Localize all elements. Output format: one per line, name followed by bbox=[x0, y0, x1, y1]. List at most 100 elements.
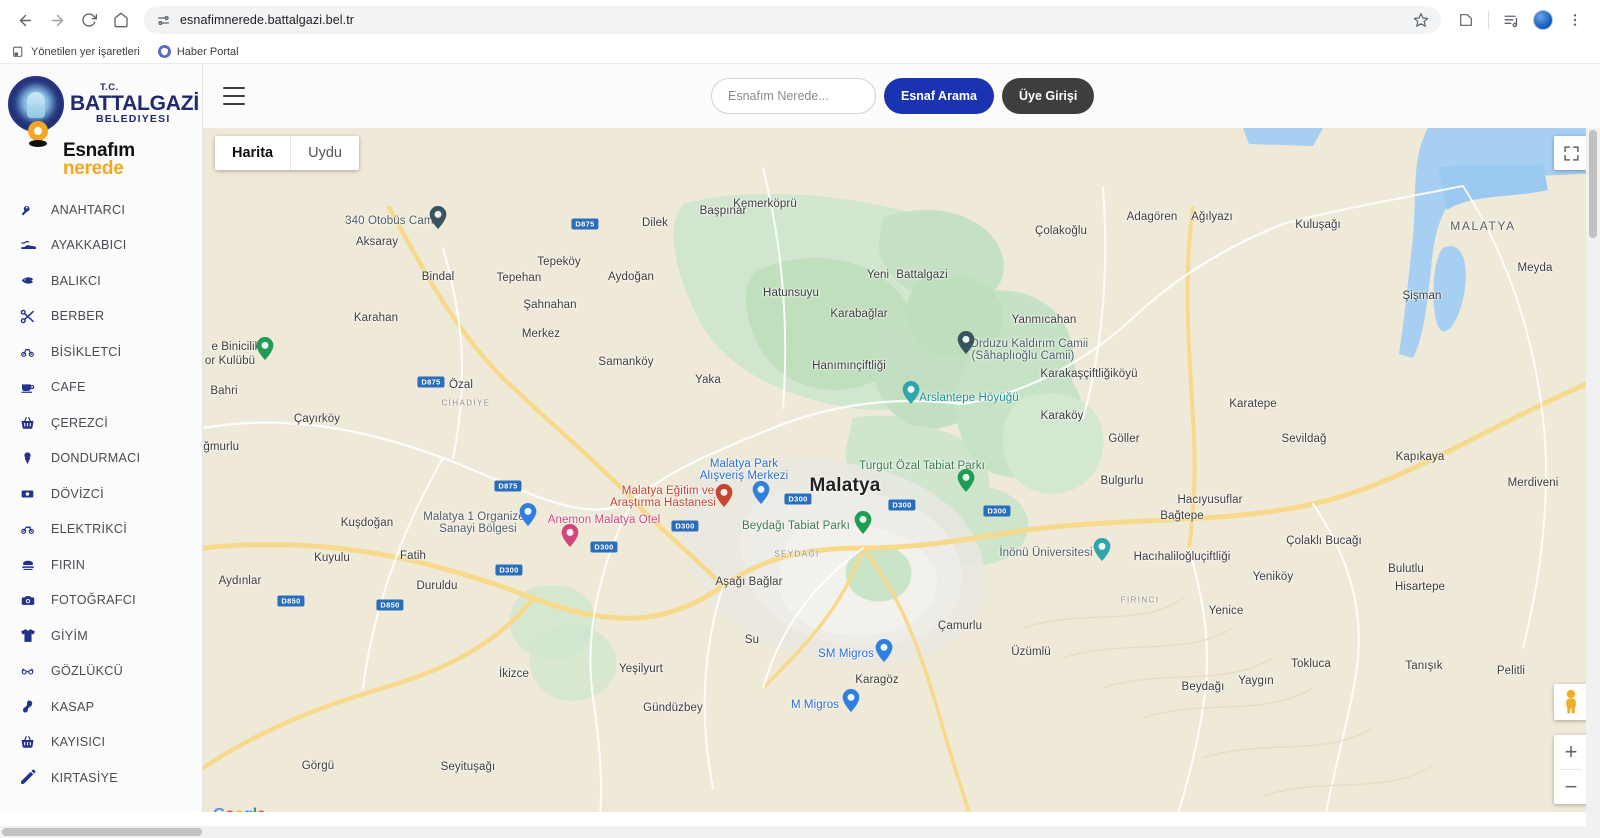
motorbike-icon bbox=[18, 522, 37, 536]
road-shield: D875 bbox=[571, 219, 598, 230]
mosque-pin[interactable] bbox=[430, 206, 447, 229]
sidebar-item-firin[interactable]: FIRIN bbox=[0, 547, 202, 583]
horizontal-scrollbar[interactable] bbox=[0, 826, 1600, 838]
road-shield: D875 bbox=[417, 377, 444, 388]
sidebar-item-kayisici[interactable]: KAYISICI bbox=[0, 725, 202, 761]
site-settings-icon[interactable] bbox=[156, 13, 171, 28]
chrome-menu-icon[interactable] bbox=[1560, 5, 1590, 35]
zoom-in-button[interactable]: + bbox=[1554, 735, 1588, 769]
map-label: Araştırma Hastanesi bbox=[610, 497, 716, 509]
split-view-icon[interactable] bbox=[1451, 5, 1481, 35]
bookmark-haber-portal[interactable]: Haber Portal bbox=[158, 45, 239, 58]
map-label: Hisartepe bbox=[1395, 581, 1445, 593]
sidebar-item--erezci-[interactable]: ÇEREZCİ bbox=[0, 405, 202, 441]
extensions-icon[interactable] bbox=[1496, 5, 1526, 35]
sidebar-item-berber[interactable]: BERBER bbox=[0, 299, 202, 335]
map-label: CİHADİYE bbox=[442, 399, 491, 408]
profile-avatar[interactable] bbox=[1528, 5, 1558, 35]
map-label: Karatepe bbox=[1229, 398, 1276, 410]
map-type-harita[interactable]: Harita bbox=[215, 136, 290, 170]
industry-pin[interactable] bbox=[520, 503, 537, 526]
tshirt-icon bbox=[18, 627, 37, 644]
sidebar-item-elektri-kci-[interactable]: ELEKTRİKCİ bbox=[0, 512, 202, 548]
map-label: Üzümlü bbox=[1011, 646, 1051, 658]
zoom-out-button[interactable]: − bbox=[1554, 770, 1588, 804]
map-label: Şişman bbox=[1403, 290, 1442, 302]
vertical-scrollbar-thumb[interactable] bbox=[1589, 130, 1597, 238]
search-cluster: Esnaf Arama Üye Girişi bbox=[711, 78, 1094, 114]
map-label: Hacıhaliloğluçiftliği bbox=[1134, 551, 1231, 563]
map-label: Başpınar bbox=[700, 205, 747, 217]
logo-line-2: nerede bbox=[63, 160, 135, 178]
vertical-scrollbar[interactable]: ▲ bbox=[1586, 128, 1600, 838]
reload-icon[interactable] bbox=[74, 5, 104, 35]
mosque-pin[interactable] bbox=[958, 331, 975, 354]
sidebar-item-kirtasi-ye[interactable]: KIRTASİYE bbox=[0, 760, 202, 796]
park-pin[interactable] bbox=[855, 511, 872, 534]
map-label: Battalgazi bbox=[896, 269, 948, 281]
map-label: Aşağı Bağlar bbox=[715, 576, 782, 588]
browser-nav-bar: esnafimnerede.battalgazi.bel.tr bbox=[0, 0, 1600, 40]
sidebar-item-d-vi-zci-[interactable]: DÖVİZCİ bbox=[0, 476, 202, 512]
map-label: Malatya bbox=[809, 475, 880, 497]
map-type-uydu[interactable]: Uydu bbox=[291, 136, 359, 170]
bookmark-star-icon[interactable] bbox=[1413, 12, 1429, 28]
brand-subtitle: BELEDIYESI bbox=[96, 114, 199, 125]
sidebar-item-foto-rafci[interactable]: FOTOĞRAFCI bbox=[0, 583, 202, 619]
sidebar-item-label: GÖZLÜKCÜ bbox=[51, 664, 123, 678]
pencil-icon bbox=[18, 769, 37, 786]
map-label: Kapıkaya bbox=[1396, 451, 1445, 463]
university-pin[interactable] bbox=[1094, 538, 1111, 561]
map-label: Beydağı Tabiat Parkı bbox=[742, 520, 850, 532]
park-pin[interactable] bbox=[958, 469, 975, 492]
fullscreen-icon[interactable] bbox=[1554, 136, 1588, 170]
map-label: Pelitli bbox=[1497, 665, 1525, 677]
sidebar-item-kasap[interactable]: KASAP bbox=[0, 689, 202, 725]
sidebar-item-label: FOTOĞRAFCI bbox=[51, 593, 136, 607]
esnafim-nerede-logo[interactable]: Esnafım nerede bbox=[0, 136, 202, 188]
sidebar-item-anahtarci[interactable]: ANAHTARCI bbox=[0, 192, 202, 228]
map-label: Bahri bbox=[210, 385, 237, 397]
map-label: Kuluşağı bbox=[1295, 219, 1341, 231]
search-input[interactable] bbox=[711, 78, 876, 114]
sidebar-item-bi-si-kletci-[interactable]: BİSİKLETCİ bbox=[0, 334, 202, 370]
bookmark-label: Yönetilen yer işaretleri bbox=[31, 46, 140, 58]
address-bar-url: esnafimnerede.battalgazi.bel.tr bbox=[180, 13, 354, 27]
store-pin[interactable] bbox=[876, 639, 893, 662]
zoom-controls[interactable]: + − bbox=[1554, 735, 1588, 804]
address-bar[interactable]: esnafimnerede.battalgazi.bel.tr bbox=[144, 6, 1441, 34]
map-label: M Migros bbox=[791, 699, 839, 711]
ice-cream-icon bbox=[18, 449, 37, 467]
museum-pin[interactable] bbox=[903, 381, 920, 404]
bicycle-icon bbox=[18, 345, 37, 359]
map-type-control[interactable]: Harita Uydu bbox=[215, 136, 359, 170]
uye-girisi-button[interactable]: Üye Girişi bbox=[1002, 78, 1094, 114]
home-icon[interactable] bbox=[106, 5, 136, 35]
map-label: e Binicilik bbox=[211, 341, 260, 353]
mall-pin[interactable] bbox=[753, 481, 770, 504]
location-pin-icon bbox=[28, 121, 48, 147]
hamburger-icon[interactable] bbox=[223, 87, 245, 105]
forward-arrow-icon[interactable] bbox=[42, 5, 72, 35]
back-arrow-icon[interactable] bbox=[10, 5, 40, 35]
sidebar-item-cafe[interactable]: CAFE bbox=[0, 370, 202, 406]
basket-icon bbox=[18, 734, 37, 750]
store-pin[interactable] bbox=[843, 689, 860, 712]
scissors-icon bbox=[18, 308, 37, 325]
sidebar-item-label: CAFE bbox=[51, 380, 86, 394]
esnaf-arama-button[interactable]: Esnaf Arama bbox=[884, 78, 994, 114]
map-label: İkizce bbox=[499, 668, 529, 680]
map-label: Karagöz bbox=[855, 674, 899, 686]
horizontal-scrollbar-thumb[interactable] bbox=[2, 828, 202, 836]
sidebar-item-dondurmaci[interactable]: DONDURMACI bbox=[0, 441, 202, 477]
sidebar-item-gi-yi-m[interactable]: GİYİM bbox=[0, 618, 202, 654]
park-pin[interactable] bbox=[257, 337, 274, 360]
bookmark-managed[interactable]: Yönetilen yer işaretleri bbox=[12, 45, 140, 58]
pegman-icon[interactable] bbox=[1554, 684, 1588, 720]
hospital-pin[interactable] bbox=[716, 484, 733, 507]
sidebar-item-g-zl-kc-[interactable]: GÖZLÜKCÜ bbox=[0, 654, 202, 690]
hotel-pin[interactable] bbox=[562, 524, 579, 547]
map-canvas[interactable]: KemerköprüBaşpınarDilekAdagörenAğılyazıK… bbox=[203, 128, 1600, 830]
sidebar-item-ayakkabici[interactable]: AYAKKABICI bbox=[0, 228, 202, 264]
sidebar-item-balikci[interactable]: BALIKCI bbox=[0, 263, 202, 299]
